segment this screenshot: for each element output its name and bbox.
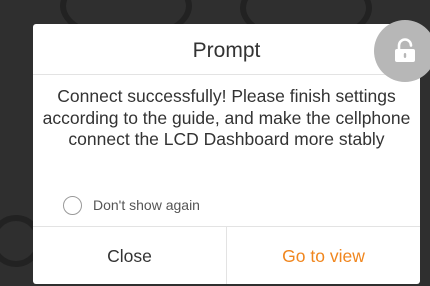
dialog-message: Connect successfully! Please finish sett… [42,86,411,149]
close-button[interactable]: Close [33,227,227,284]
dont-show-again-label: Don't show again [93,197,200,213]
radio-button[interactable] [63,195,82,215]
prompt-dialog: Prompt Connect successfully! Please fini… [33,24,420,284]
dialog-button-bar: Close Go to view [33,226,420,284]
title-divider [33,74,420,75]
go-to-view-button[interactable]: Go to view [227,227,420,284]
dialog-title: Prompt [192,39,261,62]
floating-lock-button[interactable] [374,20,430,82]
dont-show-again-option[interactable]: Don't show again [63,194,200,216]
unlock-icon [395,38,415,62]
